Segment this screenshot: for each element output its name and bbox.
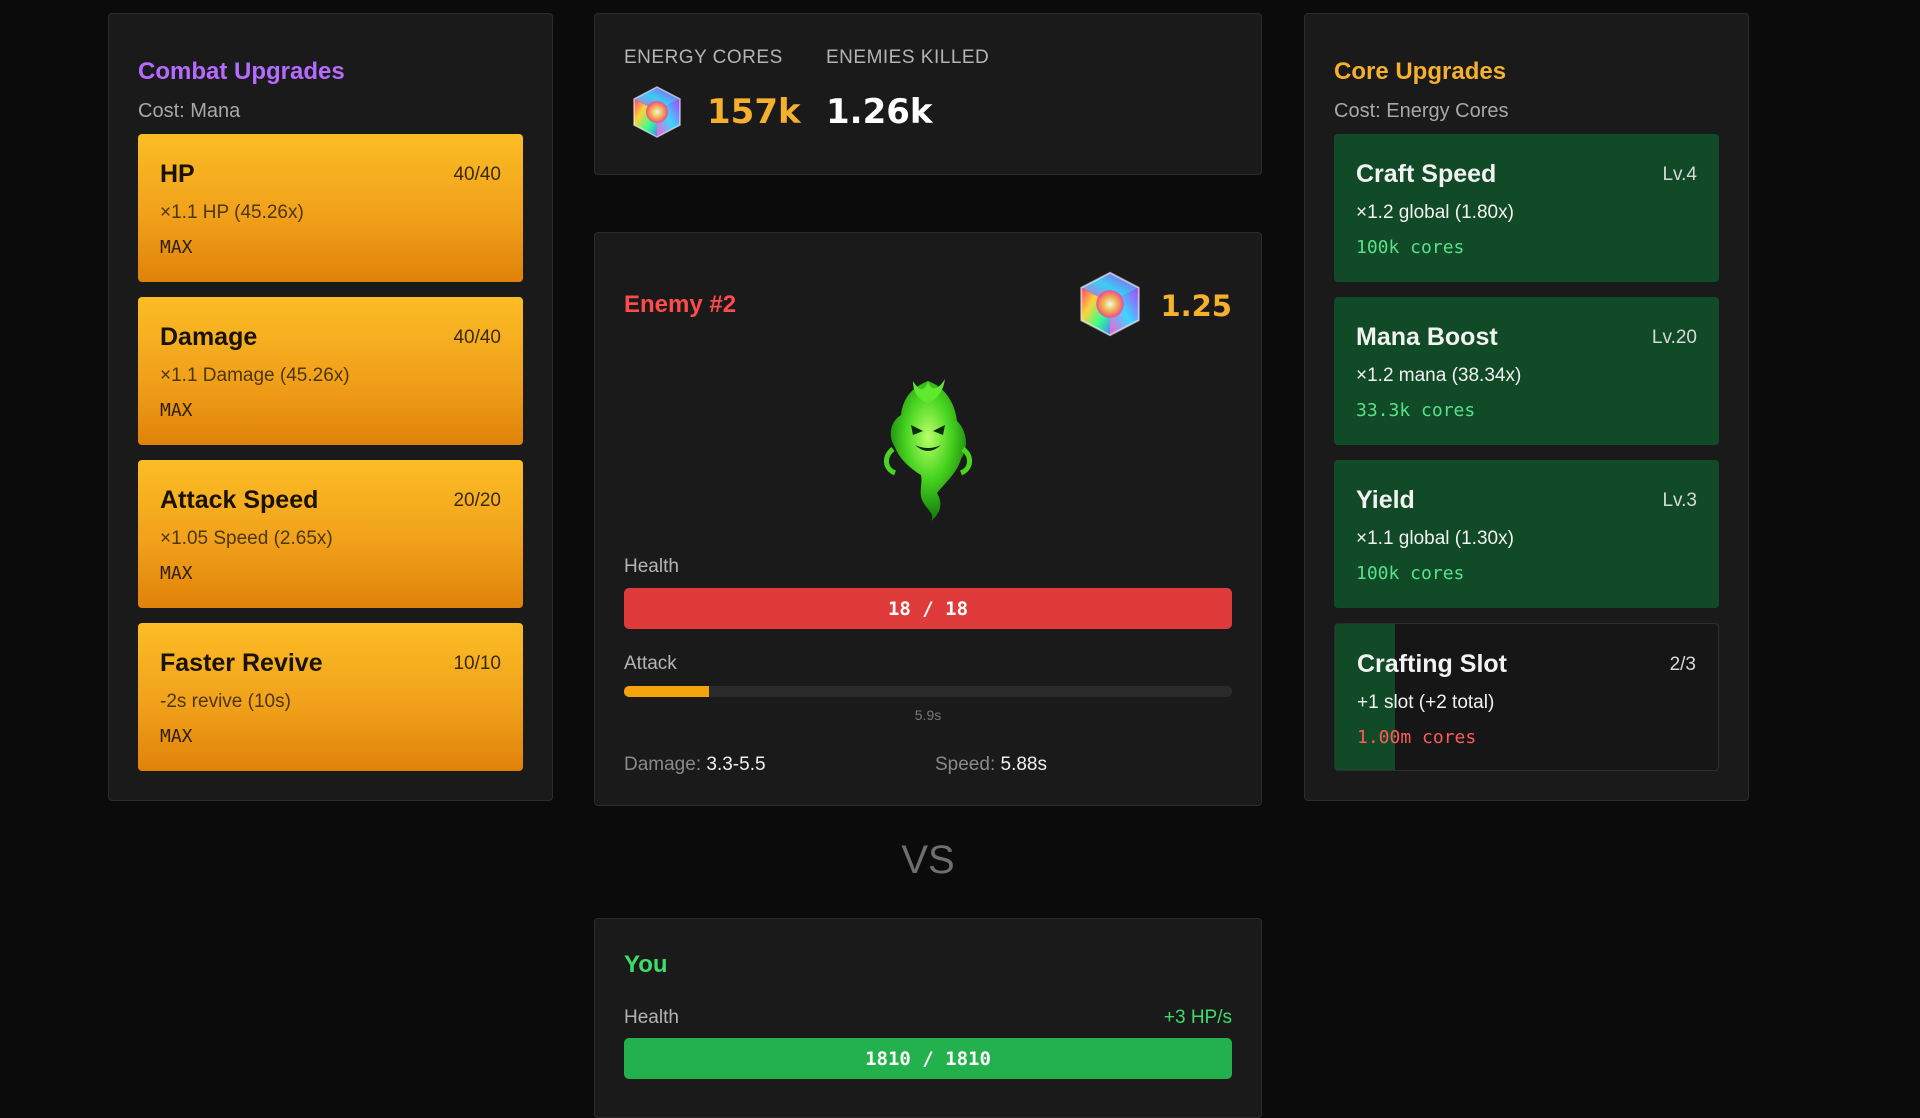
upgrade-status: MAX <box>160 237 193 258</box>
upgrade-name: Faster Revive <box>160 649 323 677</box>
upgrade-card-faster-revive[interactable]: Faster Revive 10/10 -2s revive (10s) MAX <box>138 623 523 771</box>
speed-value: 5.88s <box>1000 754 1047 775</box>
enemy-attack-fill <box>624 686 710 697</box>
upgrade-description: ×1.1 HP (45.26x) <box>160 202 304 223</box>
core-upgrade-crafting-slot[interactable]: Crafting Slot 2/3 +1 slot (+2 total) 1.0… <box>1334 623 1719 771</box>
upgrade-cost: 100k cores <box>1356 237 1465 258</box>
stats-panel: ENERGY CORES 157k ENEMIES KILLED 1.26k <box>594 13 1262 175</box>
combat-upgrades-cost: Cost: Mana <box>138 100 241 122</box>
upgrade-level: 20/20 <box>453 490 501 511</box>
enemy-health-text: 18 / 18 <box>887 597 969 620</box>
upgrade-level: 40/40 <box>453 327 501 348</box>
upgrade-name: Damage <box>160 323 258 351</box>
upgrade-card-attack-speed[interactable]: Attack Speed 20/20 ×1.05 Speed (2.65x) M… <box>138 460 523 608</box>
upgrade-level: Lv.4 <box>1662 164 1697 185</box>
upgrade-name: HP <box>160 160 195 188</box>
upgrade-card-hp[interactable]: HP 40/40 ×1.1 HP (45.26x) MAX <box>138 134 523 282</box>
player-regen: +3 HP/s <box>1163 1007 1232 1028</box>
energy-cores-label: ENERGY CORES <box>624 47 783 68</box>
player-health-bar: 1810 / 1810 <box>624 1038 1232 1079</box>
upgrade-description: +1 slot (+2 total) <box>1357 692 1495 713</box>
upgrade-description: ×1.1 global (1.30x) <box>1356 528 1514 549</box>
green-ghost-icon <box>873 373 983 523</box>
upgrade-card-damage[interactable]: Damage 40/40 ×1.1 Damage (45.26x) MAX <box>138 297 523 445</box>
rainbow-cube-icon <box>1075 269 1145 339</box>
upgrade-level: 40/40 <box>453 164 501 185</box>
core-upgrade-craft-speed[interactable]: Craft Speed Lv.4 ×1.2 global (1.80x) 100… <box>1334 134 1719 282</box>
upgrade-status: MAX <box>160 726 193 747</box>
core-upgrades-panel: Core Upgrades Cost: Energy Cores Craft S… <box>1304 13 1749 801</box>
upgrade-status: MAX <box>160 563 193 584</box>
upgrade-level: 2/3 <box>1669 654 1696 675</box>
rainbow-cube-icon <box>629 84 685 140</box>
player-panel: You Health +3 HP/s 1810 / 1810 <box>594 918 1262 1118</box>
player-title: You <box>624 951 668 978</box>
enemy-multiplier: 1.25 <box>1160 289 1232 323</box>
core-upgrade-mana-boost[interactable]: Mana Boost Lv.20 ×1.2 mana (38.34x) 33.3… <box>1334 297 1719 445</box>
upgrade-description: ×1.2 mana (38.34x) <box>1356 365 1522 386</box>
vs-label: VS <box>901 838 955 882</box>
core-upgrades-cost: Cost: Energy Cores <box>1334 100 1509 122</box>
enemy-panel: Enemy #2 1.25 Health 18 / 18 Attack 5.9s… <box>594 232 1262 806</box>
player-health-label: Health <box>624 1007 679 1028</box>
core-upgrades-title: Core Upgrades <box>1334 58 1507 85</box>
player-health-text: 1810 / 1810 <box>865 1047 991 1070</box>
damage-label: Damage: <box>624 754 702 775</box>
upgrade-name: Crafting Slot <box>1357 650 1507 678</box>
enemy-health-bar: 18 / 18 <box>624 588 1232 629</box>
enemy-attack-bar <box>624 686 1232 697</box>
upgrade-name: Craft Speed <box>1356 160 1497 188</box>
enemy-title: Enemy #2 <box>624 291 737 318</box>
enemy-health-label: Health <box>624 556 679 577</box>
speed-label: Speed: <box>935 754 996 775</box>
upgrade-description: -2s revive (10s) <box>160 691 291 712</box>
upgrade-level: Lv.20 <box>1651 327 1697 348</box>
enemy-attack-label: Attack <box>624 653 677 674</box>
upgrade-level: Lv.3 <box>1662 490 1697 511</box>
upgrade-name: Attack Speed <box>160 486 319 514</box>
combat-upgrades-panel: Combat Upgrades Cost: Mana HP 40/40 ×1.1… <box>108 13 553 801</box>
enemies-killed-value: 1.26k <box>826 92 933 132</box>
energy-cores-value: 157k <box>707 92 801 132</box>
enemy-speed-stat: Speed: 5.88s <box>935 754 1047 776</box>
combat-upgrades-title: Combat Upgrades <box>138 58 345 85</box>
upgrade-description: ×1.1 Damage (45.26x) <box>160 365 350 386</box>
upgrade-description: ×1.05 Speed (2.65x) <box>160 528 333 549</box>
damage-value: 3.3-5.5 <box>706 754 766 775</box>
upgrade-name: Yield <box>1356 486 1415 514</box>
upgrade-cost: 33.3k cores <box>1356 400 1476 421</box>
upgrade-cost: 1.00m cores <box>1357 727 1477 748</box>
upgrade-name: Mana Boost <box>1356 323 1498 351</box>
enemy-damage-stat: Damage: 3.3-5.5 <box>624 754 766 776</box>
upgrade-description: ×1.2 global (1.80x) <box>1356 202 1514 223</box>
upgrade-status: MAX <box>160 400 193 421</box>
enemies-killed-label: ENEMIES KILLED <box>826 47 990 68</box>
enemy-attack-timer: 5.9s <box>914 707 942 723</box>
core-upgrade-yield[interactable]: Yield Lv.3 ×1.1 global (1.30x) 100k core… <box>1334 460 1719 608</box>
upgrade-level: 10/10 <box>453 653 501 674</box>
upgrade-cost: 100k cores <box>1356 563 1465 584</box>
